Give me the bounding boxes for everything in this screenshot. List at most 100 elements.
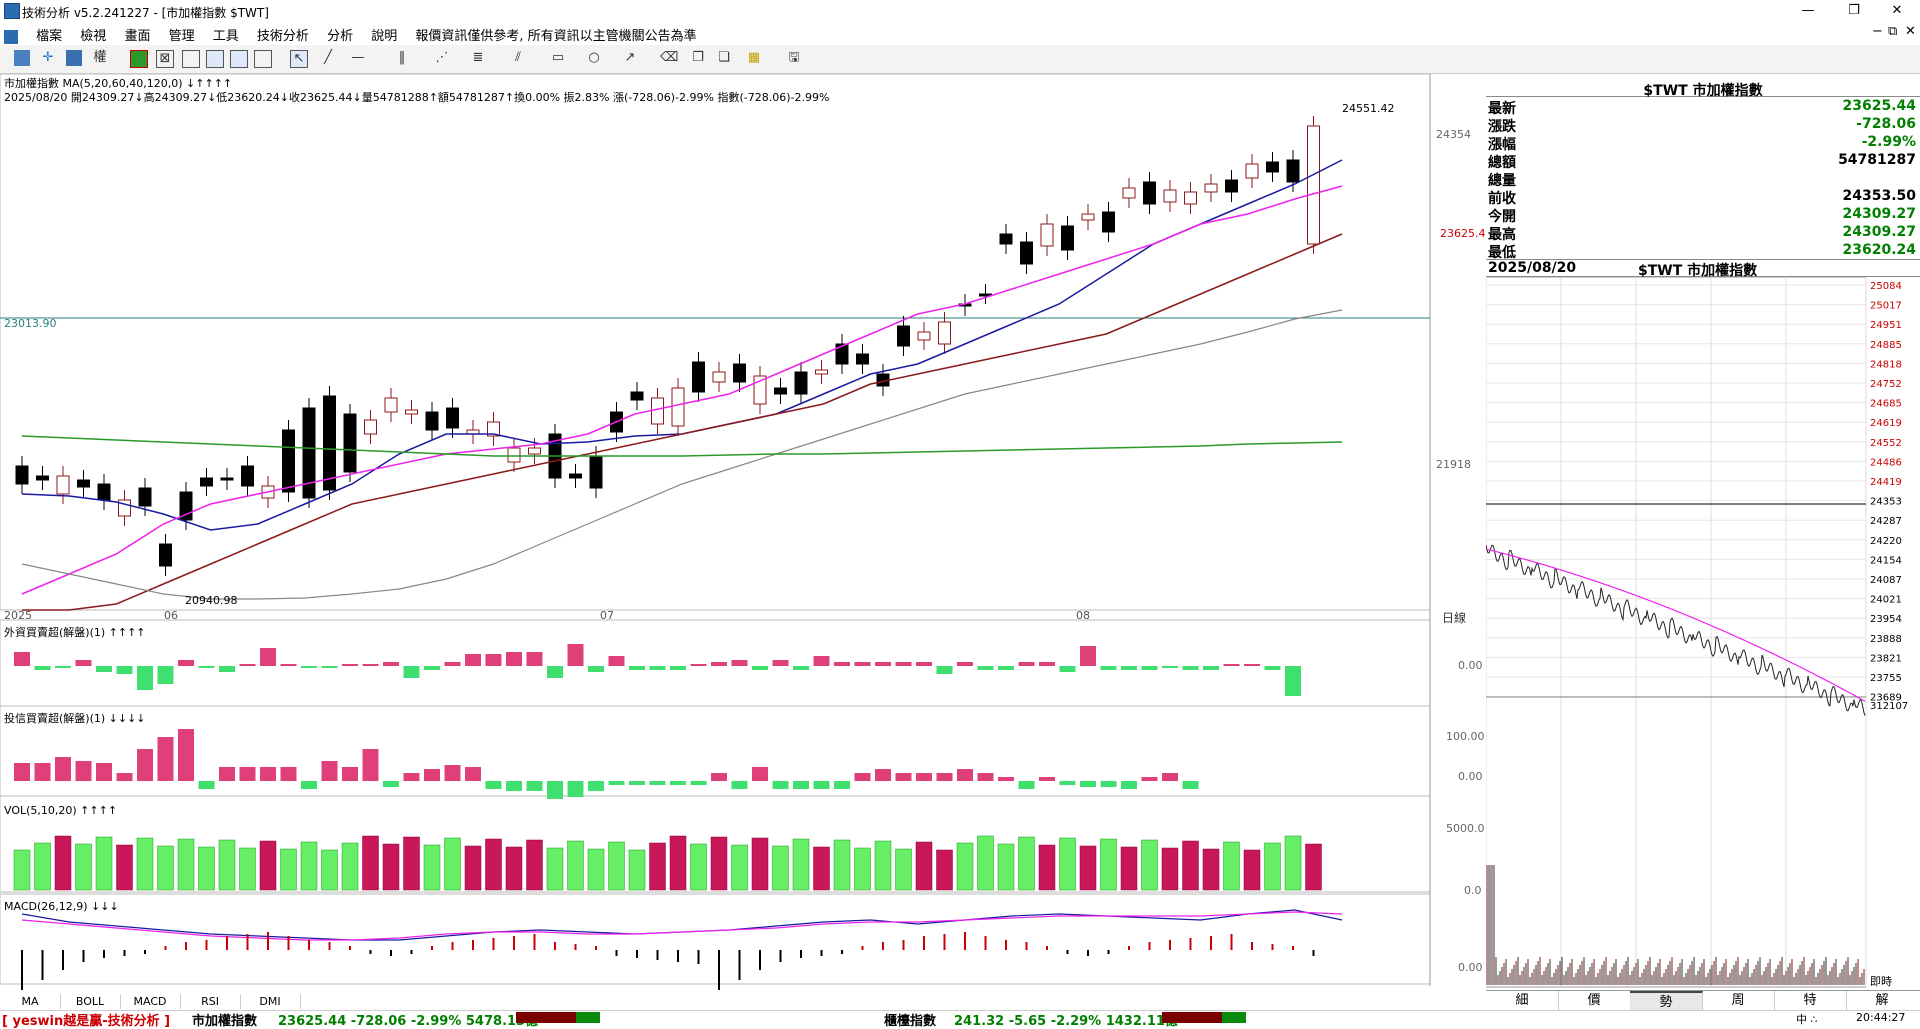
volume-bar [362,835,379,891]
foreign-bar [547,666,563,678]
minimize-button[interactable]: — [1785,0,1831,22]
excel-icon[interactable] [130,50,148,68]
foreign-bar [813,656,830,666]
fibonacci-icon[interactable]: ≣ [470,50,486,66]
trust-bar [567,781,584,797]
candle-body [405,409,418,415]
tab-detail[interactable]: 細 [1486,991,1559,1010]
foreign-bar [1141,666,1158,670]
horizontal-line-icon[interactable]: — [350,50,366,66]
tab-price[interactable]: 價 [1558,991,1631,1010]
copy-icon[interactable]: ❐ [690,50,706,66]
technical-chart[interactable]: 市加權指數 MA(5,20,60,40,120,0) ↓↑↑↑↑ 2025/08… [0,74,1486,994]
volume-bar [1223,841,1240,891]
intraday-time-label: 即時 [1870,975,1892,988]
volume-bar [423,844,441,891]
tab-boll[interactable]: BOLL [60,994,121,1009]
tab-trend[interactable]: 勢 [1630,991,1703,1012]
crosshair-icon[interactable]: ✛ [40,50,56,66]
trust-bar [260,767,276,781]
candle-body [692,361,705,393]
rectangle-icon[interactable]: ▭ [550,50,566,66]
window-icon[interactable] [66,50,82,66]
menu-analysis[interactable]: 分析 [320,22,360,45]
chart-icon[interactable] [14,50,30,66]
status-bar-graph [1222,1012,1246,1023]
foreign-bar [895,662,912,666]
inner-restore-button[interactable]: ⧉ [1888,24,1897,39]
volume-bar [1141,839,1158,891]
menu-file[interactable]: 檔案 [29,22,69,45]
trust-bar [506,781,522,791]
arrow-icon[interactable]: ↗ [622,50,638,66]
trust-bar [403,773,420,781]
candle-body [138,487,152,507]
line-chart-icon[interactable] [206,50,224,68]
intraday-header: 2025/08/20 $TWT 市加權指數 [1486,260,1920,279]
volume-bar [874,840,892,891]
tab-dmi[interactable]: DMI [240,994,301,1009]
menu-technical[interactable]: 技術分析 [250,22,316,45]
intraday-price-tick: 24021 [1870,595,1902,606]
foreign-bar [342,664,358,666]
grid-icon[interactable]: ⊠ [156,50,174,68]
candle-body [815,369,828,375]
trust-bar [1059,781,1076,785]
weight-icon[interactable]: 權 [92,50,108,66]
quote-value: 24353.50 [1842,188,1916,204]
trust-bar [670,781,686,785]
tab-analysis[interactable]: 解 [1846,991,1918,1010]
save-icon[interactable]: 🖫 [786,50,802,66]
trust-bar [444,765,461,781]
fan-icon[interactable]: ⋰ [434,50,450,66]
pointer-icon[interactable]: ↖ [290,50,308,68]
trust-bar [813,781,830,789]
color-grid-icon[interactable]: ▦ [746,50,762,66]
candle-body [999,233,1013,245]
volume-bar [485,838,502,891]
tab-ma[interactable]: MA [0,994,61,1009]
menu-view[interactable]: 檢視 [73,22,113,45]
menu-screen[interactable]: 畫面 [117,22,157,45]
candle-body [56,475,70,495]
menu-tools[interactable]: 工具 [206,22,246,45]
inner-close-button[interactable]: ✕ [1905,24,1916,39]
volume-bar [997,843,1015,891]
tab-rsi[interactable]: RSI [180,994,241,1009]
ellipse-icon[interactable]: ○ [586,50,602,66]
foreign-bar [629,666,645,670]
volume-bar [136,837,154,891]
paste-icon[interactable]: ❏ [716,50,732,66]
foreign-bar [424,666,440,670]
layout-icon[interactable] [182,50,200,68]
eraser-icon[interactable]: ⌫ [660,50,678,66]
trust-bar [321,761,338,781]
period-label: 日線 [1442,611,1467,625]
tab-special[interactable]: 特 [1774,991,1847,1010]
maximize-button[interactable]: ❐ [1831,0,1877,22]
menu-help[interactable]: 說明 [364,22,404,45]
close-button[interactable]: ✕ [1874,0,1920,22]
trust-bar [731,781,748,789]
intraday-price-tick: 24951 [1870,320,1902,331]
tab-macd[interactable]: MACD [120,994,181,1009]
split-view-icon[interactable] [230,50,248,68]
ime-indicator[interactable]: 中 ∴ [1796,1011,1818,1027]
candle-body [835,343,849,365]
bar-view-icon[interactable] [254,50,272,68]
intraday-chart[interactable]: 25084 25017 24951 24885 24818 24752 24685 24619… [1486,277,1920,992]
volume-bar [95,836,113,891]
foreign-bar [526,652,543,666]
status-bar-graph [1162,1012,1222,1023]
candle-body [241,465,254,487]
menu-manage[interactable]: 管理 [162,22,202,45]
volume-bar [915,841,933,891]
trendline-icon[interactable]: ╱ [320,50,336,66]
status-bar-graph [576,1012,600,1023]
quote-value: -2.99% [1861,134,1916,150]
channel-icon[interactable]: ⫽ [510,50,526,66]
tab-week[interactable]: 周 [1702,991,1775,1010]
vertical-lines-icon[interactable]: ‖ [394,50,410,66]
inner-minimize-button[interactable]: − [1872,24,1883,39]
volume-bar [1305,843,1322,891]
